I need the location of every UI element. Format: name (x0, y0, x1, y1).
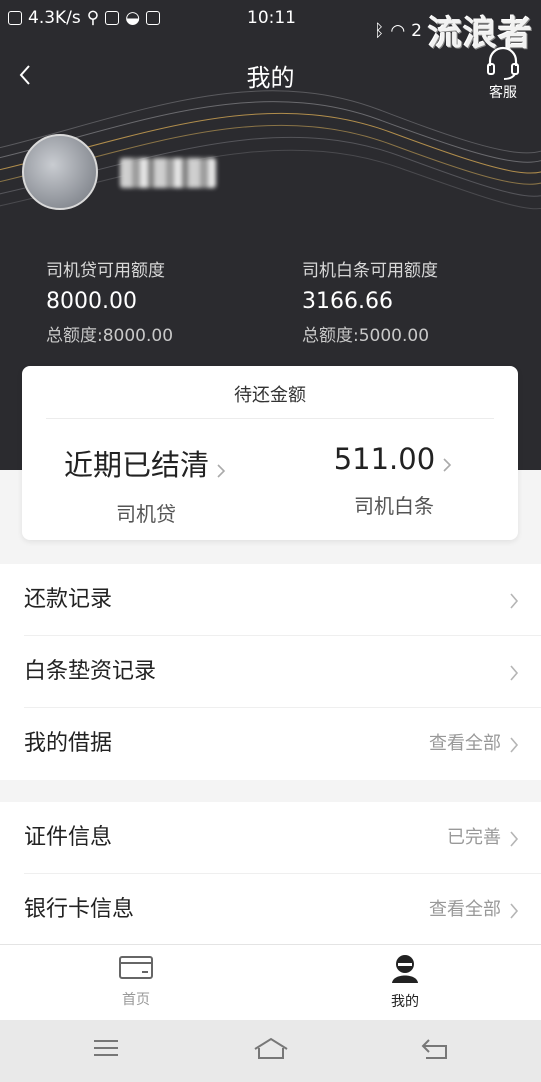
clock: 10:11 (247, 8, 296, 28)
menu-item-label: 银行卡信息 (24, 897, 135, 922)
chevron-right-icon (443, 457, 452, 472)
driver-ious-amount: 3166.66 (302, 289, 393, 314)
tab-mine[interactable]: 我的 (345, 953, 465, 1011)
wifi-icon: ◠ (390, 20, 406, 41)
driver-loan-total: 总额度:8000.00 (46, 326, 174, 346)
menu-item-label: 白条垫资记录 (24, 659, 157, 684)
tab-home-label: 首页 (122, 992, 150, 1008)
chevron-right-icon (510, 593, 519, 609)
chevron-right-icon (510, 665, 519, 681)
notification-icon (8, 11, 22, 25)
system-navigation-bar (0, 1020, 541, 1082)
repay-card-title: 待还金额 (46, 366, 494, 419)
menu-item-bank-card-info[interactable]: 银行卡信息 查看全部 (0, 874, 541, 946)
headset-icon (487, 46, 519, 80)
driver-loan-repay-label: 司机贷 (116, 502, 176, 526)
driver-ious-label: 司机白条可用额度 (302, 261, 438, 281)
chevron-right-icon (510, 737, 519, 753)
menu-item-value: 查看全部 (429, 899, 501, 920)
menu-item-ious-advance-records[interactable]: 白条垫资记录 (0, 636, 541, 708)
driver-loan-repay[interactable]: 近期已结清 司机贷 (22, 442, 270, 527)
menu-item-id-info[interactable]: 证件信息 已完善 (0, 802, 541, 874)
chevron-right-icon (510, 831, 519, 847)
avatar[interactable] (22, 134, 98, 210)
menu-group-info: 证件信息 已完善 银行卡信息 查看全部 (0, 802, 541, 946)
battery-level: 2 (411, 20, 422, 41)
driver-ious-repay-value: 511.00 (333, 442, 436, 476)
card-icon (119, 956, 153, 979)
home-icon (254, 1037, 288, 1059)
usb-icon: ⚲ (86, 8, 100, 28)
menu-item-value: 已完善 (447, 827, 501, 848)
driver-ious-credit: 司机白条可用额度 3166.66 总额度:5000.00 (302, 256, 438, 346)
driver-loan-repay-value: 近期已结清 (63, 448, 209, 482)
repay-card: 待还金额 近期已结清 司机贷 511.00 司机白条 (22, 366, 518, 540)
menu-item-label: 还款记录 (24, 587, 113, 612)
customer-service-label: 客服 (489, 85, 517, 101)
driver-ious-repay-label: 司机白条 (354, 494, 434, 518)
driver-loan-credit: 司机贷可用额度 8000.00 总额度:8000.00 (46, 256, 173, 346)
menu-item-value: 查看全部 (429, 733, 501, 754)
menu-icon (94, 1040, 118, 1056)
driver-loan-amount: 8000.00 (46, 289, 137, 314)
menu-group-records: 还款记录 白条垫资记录 我的借据 查看全部 (0, 564, 541, 780)
chevron-right-icon (510, 903, 519, 919)
bottom-tab-bar: 首页 我的 (0, 944, 541, 1021)
tab-home[interactable]: 首页 (76, 953, 196, 1009)
customer-service-button[interactable]: 客服 (483, 46, 523, 102)
home-button[interactable] (252, 1036, 290, 1066)
back-nav-button[interactable] (420, 1036, 450, 1066)
app-notify-icon (105, 11, 120, 25)
bluetooth-icon: ᛒ (374, 20, 385, 41)
tab-mine-label: 我的 (391, 994, 419, 1010)
status-bar: 4.3K/s ⚲ ◒ 10:11 ᛒ ◠ 2 流浪者 (0, 0, 541, 54)
menu-item-my-loan-notes[interactable]: 我的借据 查看全部 (0, 708, 541, 780)
user-icon (392, 955, 418, 983)
driver-loan-label: 司机贷可用额度 (46, 261, 165, 281)
sync-icon: ◒ (125, 8, 141, 28)
menu-item-repayment-records[interactable]: 还款记录 (0, 564, 541, 636)
menu-item-label: 我的借据 (24, 731, 113, 756)
page-title: 我的 (246, 64, 295, 92)
menu-item-label: 证件信息 (24, 825, 113, 850)
driver-ious-repay[interactable]: 511.00 司机白条 (270, 442, 518, 519)
chevron-right-icon (217, 463, 226, 478)
network-speed: 4.3K/s (28, 8, 81, 28)
driver-ious-total: 总额度:5000.00 (302, 326, 430, 346)
username-blurred (120, 158, 216, 188)
menu-button[interactable] (92, 1036, 120, 1064)
mail-icon (146, 11, 161, 25)
return-icon (421, 1039, 447, 1059)
